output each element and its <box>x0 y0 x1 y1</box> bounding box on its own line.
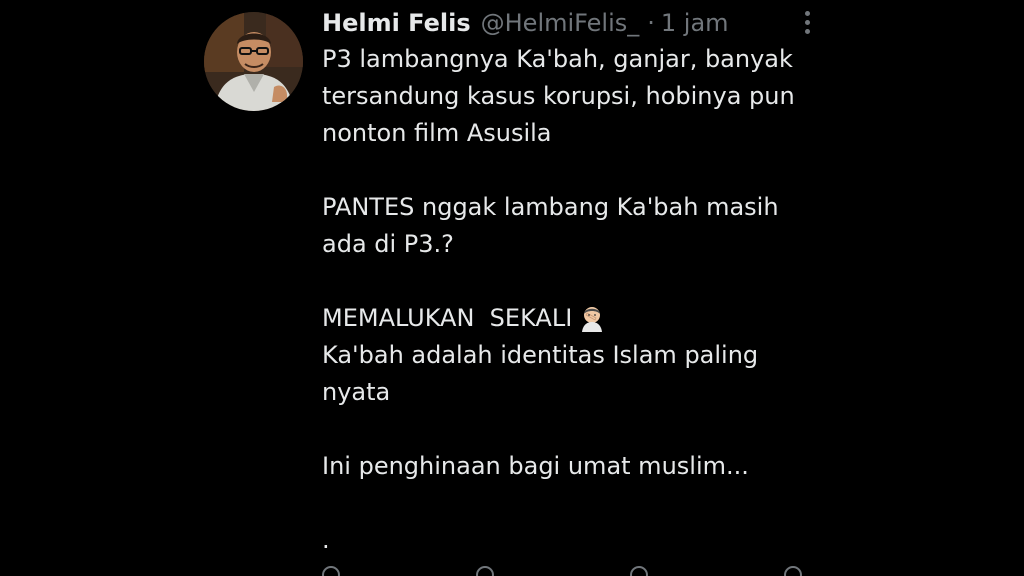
tweet-line: nonton film Asusila <box>322 119 552 147</box>
tweet-line: P3 lambangnya Ka'bah, ganjar, banyak <box>322 45 793 73</box>
tweet-line: ada di P3.? <box>322 230 454 258</box>
timestamp[interactable]: 1 jam <box>661 9 729 37</box>
tweet-line: . <box>322 526 330 554</box>
tweet-line: PANTES nggak lambang Ka'bah masih <box>322 193 779 221</box>
tweet-line: nyata <box>322 378 391 406</box>
like-icon[interactable] <box>630 566 648 576</box>
avatar-photo <box>204 12 303 111</box>
tweet-line: Ka'bah adalah identitas Islam paling <box>322 341 759 369</box>
tweet-line-text: MEMALUKAN SEKALI <box>322 304 573 332</box>
views-icon[interactable] <box>784 566 802 576</box>
action-bar <box>322 566 802 576</box>
tweet-line: Ini penghinaan bagi umat muslim... <box>322 452 749 480</box>
separator-dot: · <box>647 9 655 37</box>
tweet-header: Helmi Felis @HelmiFelis_ · 1 jam <box>322 6 729 40</box>
face-palm-emoji-icon <box>578 304 606 332</box>
more-vertical-icon[interactable] <box>792 6 822 38</box>
avatar[interactable] <box>204 12 303 111</box>
tweet-line: tersandung kasus korupsi, hobinya pun <box>322 82 795 110</box>
display-name[interactable]: Helmi Felis <box>322 9 471 37</box>
reply-icon[interactable] <box>322 566 340 576</box>
user-handle[interactable]: @HelmiFelis_ <box>481 9 640 37</box>
tweet-text: P3 lambangnya Ka'bah, ganjar, banyak ter… <box>322 41 842 559</box>
retweet-icon[interactable] <box>476 566 494 576</box>
tweet: Helmi Felis @HelmiFelis_ · 1 jam P3 lamb… <box>0 0 1024 576</box>
tweet-line-with-emoji: MEMALUKAN SEKALI <box>322 300 842 337</box>
